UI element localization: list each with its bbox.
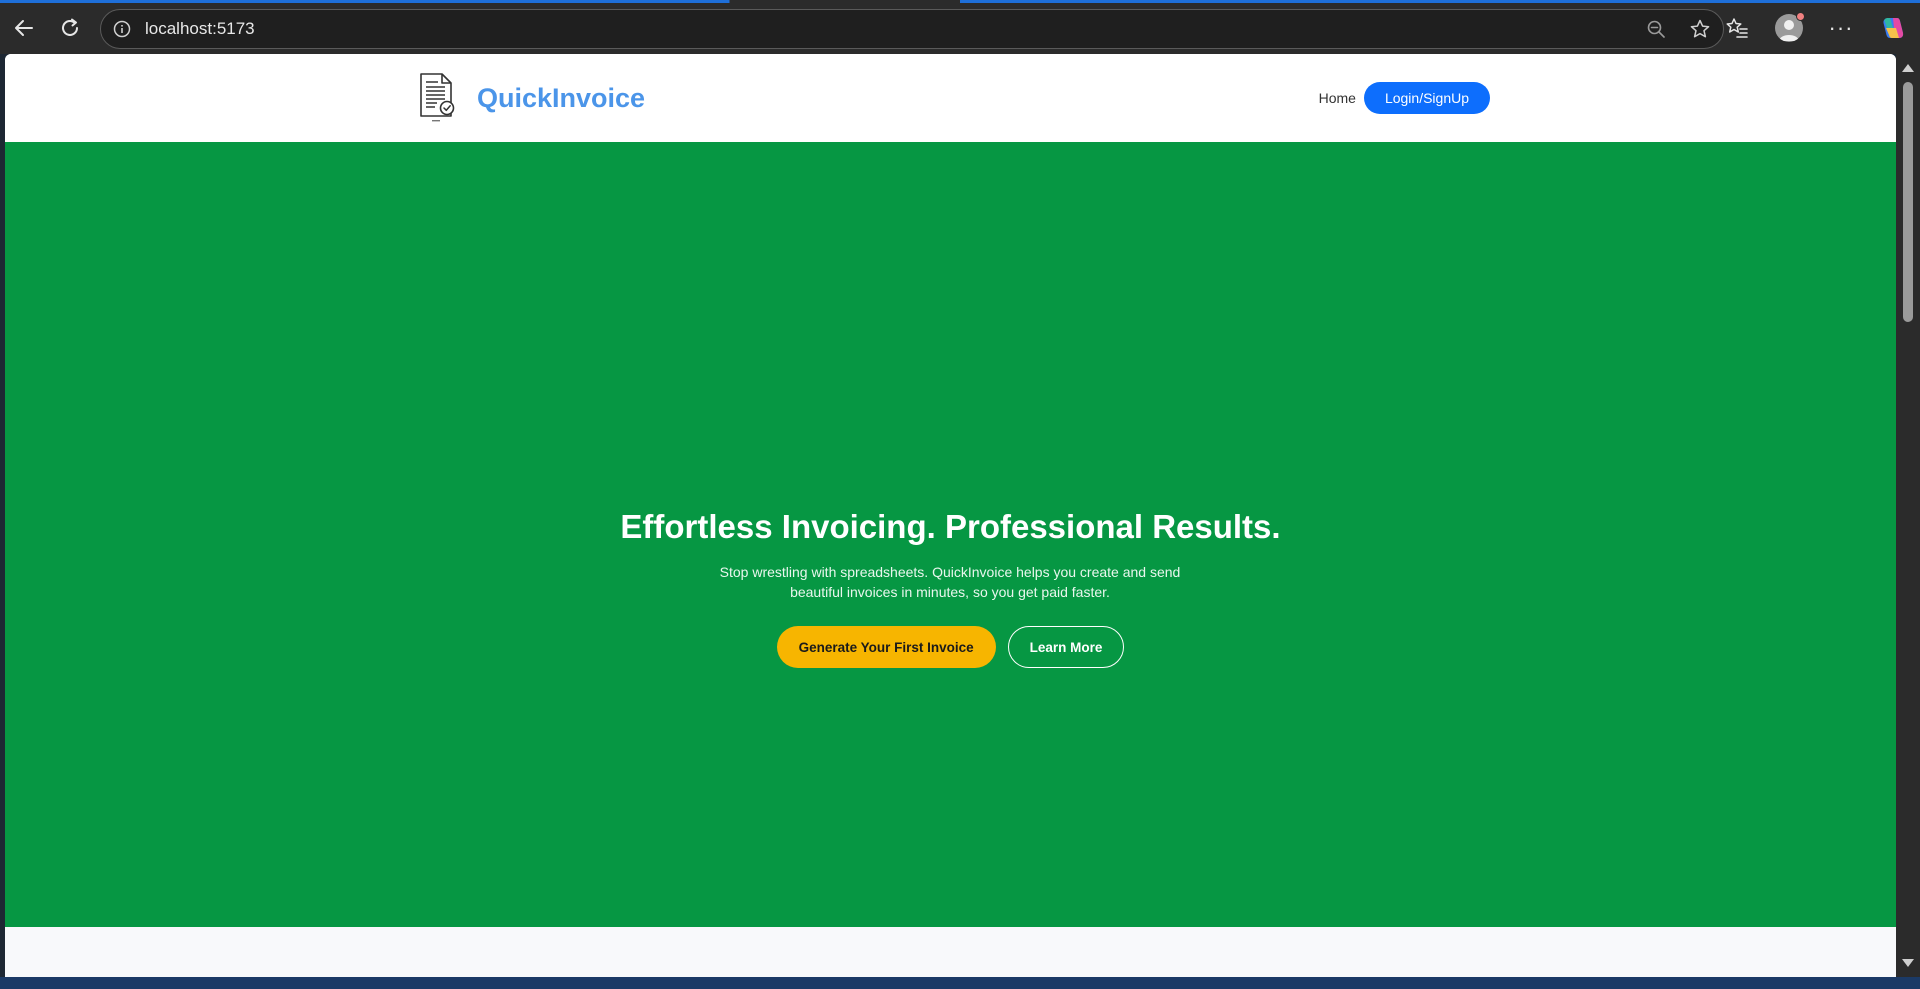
copilot-icon[interactable] [1876,11,1910,45]
generate-invoice-button[interactable]: Generate Your First Invoice [776,626,996,668]
info-icon[interactable] [113,20,131,38]
login-signup-button[interactable]: Login/SignUp [1363,82,1490,114]
back-button[interactable] [8,12,40,44]
profile-button[interactable] [1772,11,1806,45]
site-header: QuickInvoice Home Login/SignUp [5,54,1896,142]
brand-name[interactable]: QuickInvoice [477,83,645,114]
tab-strip-accent [0,0,1920,3]
brand[interactable]: QuickInvoice [417,72,645,124]
reload-button[interactable] [54,12,86,44]
site-nav: Home Login/SignUp [1319,82,1490,114]
nav-link-home[interactable]: Home [1319,90,1356,106]
next-section [5,927,1896,977]
favorites-icon[interactable] [1720,11,1754,45]
zoom-out-icon[interactable] [1643,16,1669,42]
taskbar-edge [0,977,1920,989]
arrow-left-icon [15,20,33,36]
scrollbar-thumb[interactable] [1903,82,1913,322]
hero-title: Effortless Invoicing. Professional Resul… [620,508,1281,545]
scroll-down-arrow-icon[interactable] [1902,959,1914,967]
star-icon[interactable] [1687,16,1713,42]
hero-actions: Generate Your First Invoice Learn More [5,626,1896,668]
address-bar[interactable]: localhost:5173 [100,9,1724,49]
scroll-up-arrow-icon[interactable] [1902,64,1914,72]
reload-icon [62,18,78,36]
page-viewport: QuickInvoice Home Login/SignUp Effortles… [5,54,1896,977]
learn-more-button[interactable]: Learn More [1007,626,1125,668]
notification-dot [1796,12,1805,21]
url-text[interactable]: localhost:5173 [145,19,255,39]
browser-toolbar: localhost:5173 ··· [0,0,1920,54]
invoice-document-icon [417,72,457,124]
hero-subtitle: Stop wrestling with spreadsheets. QuickI… [719,564,1181,600]
page-scrollbar[interactable] [1896,54,1920,977]
more-icon[interactable]: ··· [1824,11,1858,45]
hero-section: Effortless Invoicing. Professional Resul… [5,142,1896,927]
